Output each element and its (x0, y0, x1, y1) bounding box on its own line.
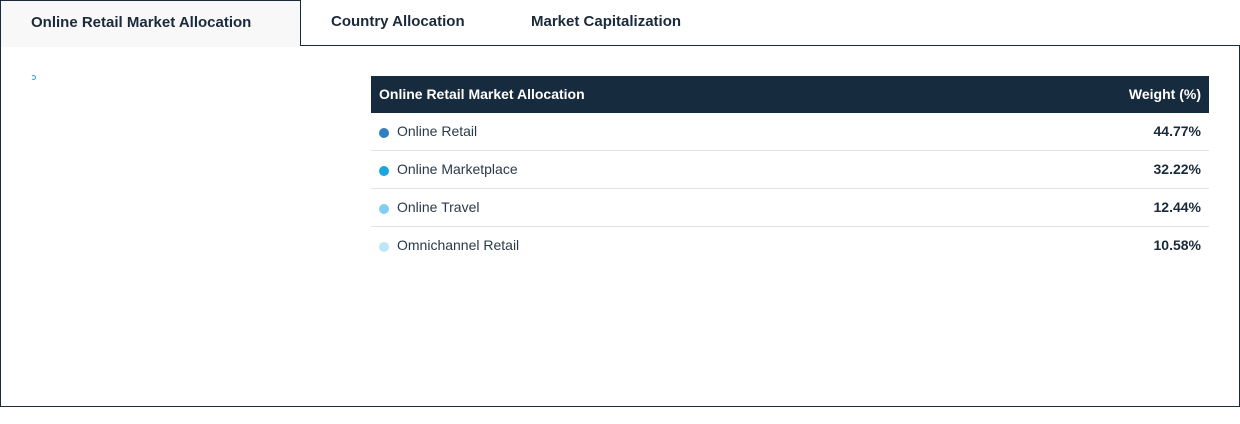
row-weight: 12.44% (1153, 199, 1201, 215)
row-weight: 10.58% (1153, 237, 1201, 253)
legend-dot-icon (379, 204, 389, 214)
row-label: Online Marketplace (397, 161, 518, 177)
table-row: Omnichannel Retail 10.58% (371, 227, 1209, 265)
legend-dot-icon (379, 166, 389, 176)
tab-country-allocation[interactable]: Country Allocation (331, 0, 465, 46)
row-label: Online Travel (397, 199, 480, 215)
table-row: Online Retail 44.77% (371, 113, 1209, 151)
row-label: Omnichannel Retail (397, 237, 520, 253)
table-row: Online Travel 12.44% (371, 189, 1209, 227)
column-header-weight: Weight (%) (1128, 86, 1201, 102)
active-tab-connector (1, 44, 300, 47)
tab-online-retail-market-allocation[interactable]: Online Retail Market Allocation (0, 0, 301, 46)
table-row: Online Marketplace 32.22% (371, 151, 1209, 189)
row-weight: 32.22% (1153, 161, 1201, 177)
column-header-category: Online Retail Market Allocation (379, 86, 585, 102)
legend-dot-icon (379, 242, 389, 252)
row-weight: 44.77% (1153, 123, 1201, 139)
allocation-table: Online Retail Market Allocation Weight (… (371, 76, 1209, 265)
tab-market-capitalization[interactable]: Market Capitalization (531, 0, 681, 46)
tab-bar: Online Retail Market Allocation Country … (0, 0, 1240, 46)
legend-dot-icon (379, 128, 389, 138)
loading-spinner-icon (31, 75, 36, 80)
row-label: Online Retail (397, 123, 478, 139)
table-header: Online Retail Market Allocation Weight (… (371, 76, 1209, 113)
